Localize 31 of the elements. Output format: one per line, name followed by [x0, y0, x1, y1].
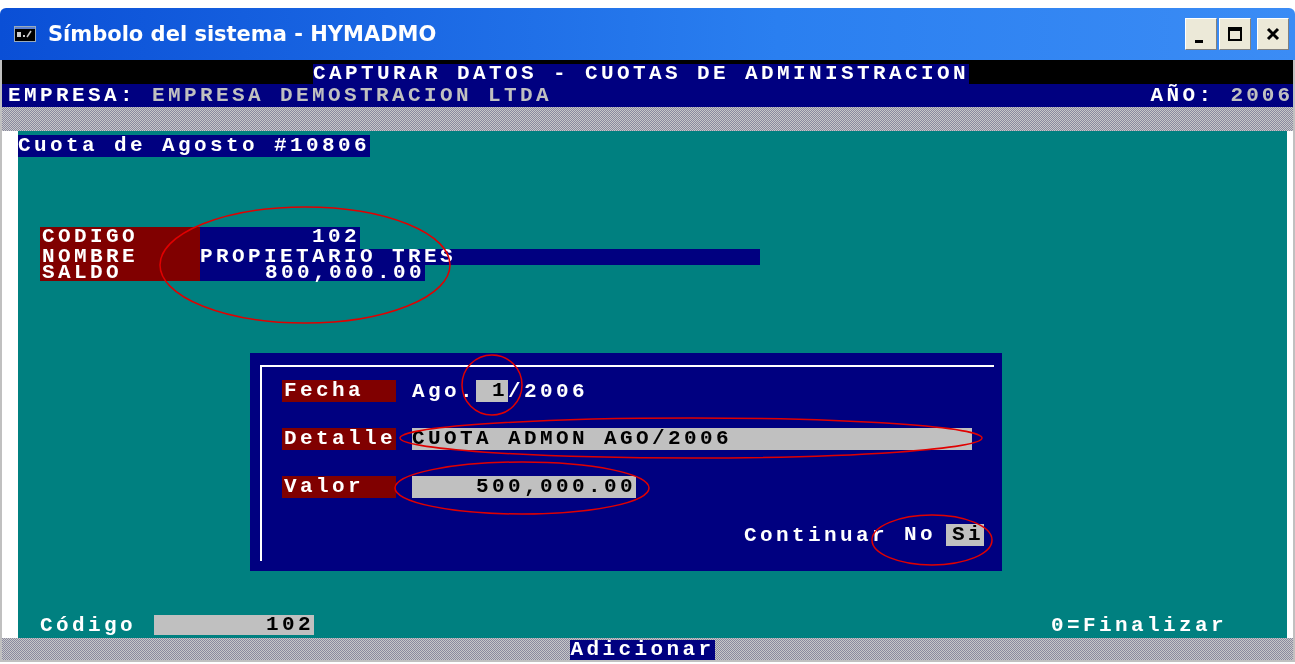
year-value: 2006: [1230, 86, 1293, 105]
detail-input[interactable]: CUOTA ADMON AGO/2006: [412, 428, 972, 450]
field-label: Valor: [282, 476, 396, 498]
minimize-icon: [1195, 39, 1203, 43]
mode-status: Adicionar: [570, 640, 715, 660]
field-label: Detalle: [282, 428, 396, 450]
window-title: Símbolo del sistema - HYMADMO: [48, 22, 437, 46]
year-label: AÑO:: [1150, 86, 1215, 105]
field-label: NOMBRE: [40, 249, 200, 265]
maximize-button[interactable]: [1219, 18, 1251, 50]
option-button[interactable]: No: [897, 524, 936, 546]
option-button[interactable]: Si: [946, 524, 984, 546]
company-label: EMPRESA:: [8, 86, 137, 105]
day-input[interactable]: 1: [476, 380, 508, 402]
minimize-button[interactable]: [1185, 18, 1217, 50]
field-label: SALDO: [40, 265, 200, 281]
section-title: Cuota de Agosto #10806: [18, 135, 371, 157]
code-label: Código: [40, 613, 136, 637]
screen-title: CAPTURAR DATOS - CUOTAS DE ADMINISTRACION: [313, 64, 970, 84]
console-icon: [14, 26, 36, 42]
field-label: CODIGO: [40, 227, 200, 249]
field-value: 800,000.00: [200, 265, 425, 281]
company-name: EMPRESA DEMOSTRACION LTDA: [152, 86, 553, 105]
exit-hint: 0=Finalizar: [1050, 613, 1227, 637]
maximize-icon: [1227, 26, 1243, 42]
close-button[interactable]: [1257, 18, 1289, 50]
amount-input[interactable]: 500,000.00: [412, 476, 636, 498]
field-value: 102: [200, 227, 360, 249]
field-label: Fecha: [282, 380, 396, 402]
code-input[interactable]: 102: [154, 615, 314, 635]
close-icon: [1265, 26, 1281, 42]
